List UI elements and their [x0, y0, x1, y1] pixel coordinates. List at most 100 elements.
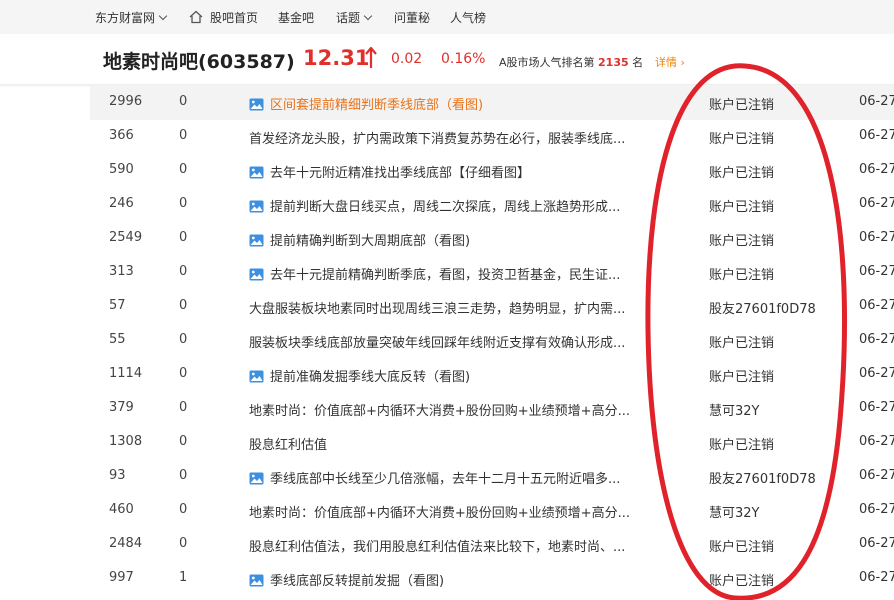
- post-date: 06-27: [859, 196, 894, 211]
- post-title-link[interactable]: 提前判断大盘日线买点，周线二次探底，周线上涨趋势形成...: [249, 196, 685, 215]
- nav-site-menu[interactable]: 东方财富网: [95, 9, 168, 26]
- post-title-link[interactable]: 提前精确判断到大周期底部（看图): [249, 230, 685, 249]
- read-count: 2549: [109, 230, 143, 245]
- post-title-text: 服装板块季线底部放量突破年线回踩年线附近支撑有效确认形成...: [249, 336, 626, 351]
- stock-price: 12.31: [303, 46, 370, 70]
- read-count: 2484: [109, 536, 143, 551]
- post-title-link[interactable]: 季线底部中长线至少几倍涨幅，去年十二月十五元附近唱多...: [249, 468, 685, 487]
- post-title-link[interactable]: 去年十元附近精准找出季线底部【仔细看图】: [249, 162, 685, 181]
- post-title-link[interactable]: 首发经济龙头股，扩内需政策下消费复苏势在必行，服装季线底...: [249, 128, 685, 147]
- author-link[interactable]: 账户已注销: [709, 196, 774, 215]
- price-change: 0.02: [391, 51, 423, 67]
- read-count: 379: [109, 400, 134, 415]
- post-title-text: 股息红利估值: [249, 438, 328, 453]
- author-link[interactable]: 股友27601f0D78: [709, 468, 816, 487]
- popularity-rank: A股市场人气排名第 2135 名: [499, 54, 643, 70]
- page-title: 地素时尚吧(603587): [103, 51, 295, 73]
- post-title-link[interactable]: 提前准确发掘季线大底反转（看图): [249, 366, 685, 385]
- post-date: 06-27: [859, 536, 894, 551]
- table-row[interactable]: 313 0 去年十元提前精确判断季底，看图，投资卫哲基金，民生证... 账户已注销 06…: [90, 256, 894, 290]
- image-icon: [249, 574, 264, 587]
- reply-count: 0: [179, 128, 188, 143]
- table-row[interactable]: 246 0 提前判断大盘日线买点，周线二次探底，周线上涨趋势形成... 账户已注销 06…: [90, 188, 894, 222]
- image-icon: [249, 370, 264, 383]
- post-title-text: 去年十元提前精确判断季底，看图，投资卫哲基金，民生证...: [270, 268, 621, 283]
- post-title-link[interactable]: 大盘服装板块地素同时出现周线三浪三走势，趋势明显，扩内需...: [249, 298, 685, 317]
- reply-count: 0: [179, 400, 188, 415]
- post-title-link[interactable]: 服装板块季线底部放量突破年线回踩年线附近支撑有效确认形成...: [249, 332, 685, 351]
- read-count: 93: [109, 468, 126, 483]
- post-title-text: 首发经济龙头股，扩内需政策下消费复苏势在必行，服装季线底...: [249, 132, 626, 147]
- rank-number: 2135: [598, 56, 629, 69]
- read-count: 246: [109, 196, 134, 211]
- arrow-up-icon: [365, 46, 377, 68]
- post-title-text: 提前判断大盘日线买点，周线二次探底，周线上涨趋势形成...: [270, 200, 621, 215]
- author-link[interactable]: 账户已注销: [709, 230, 774, 249]
- post-date: 06-27: [859, 332, 894, 347]
- author-link[interactable]: 账户已注销: [709, 162, 774, 181]
- post-title-link[interactable]: 股息红利估值法，我们用股息红利估值法来比较下，地素时尚、...: [249, 536, 685, 555]
- post-title-link[interactable]: 区间套提前精细判断季线底部（看图): [249, 94, 685, 113]
- table-row[interactable]: 1114 0 提前准确发掘季线大底反转（看图) 账户已注销 06-27: [90, 358, 894, 392]
- post-date: 06-27: [859, 570, 894, 585]
- post-title-text: 股息红利估值法，我们用股息红利估值法来比较下，地素时尚、...: [249, 540, 626, 555]
- nav-popularity-link[interactable]: 人气榜: [450, 9, 486, 26]
- read-count: 366: [109, 128, 134, 143]
- post-title-link[interactable]: 去年十元提前精确判断季底，看图，投资卫哲基金，民生证...: [249, 264, 685, 283]
- table-row[interactable]: 2549 0 提前精确判断到大周期底部（看图) 账户已注销 06-27: [90, 222, 894, 256]
- author-link[interactable]: 账户已注销: [709, 128, 774, 147]
- table-row[interactable]: 2484 0 股息红利估值法，我们用股息红利估值法来比较下，地素时尚、... 账户已注…: [90, 528, 894, 562]
- author-link[interactable]: 慧可32Y: [709, 400, 759, 419]
- nav-topic-label: 话题: [336, 11, 361, 25]
- post-date: 06-27: [859, 128, 894, 143]
- reply-count: 0: [179, 264, 188, 279]
- table-row[interactable]: 2996 0 区间套提前精细判断季线底部（看图) 账户已注销 06-27: [90, 86, 894, 120]
- reply-count: 0: [179, 162, 188, 177]
- read-count: 997: [109, 570, 134, 585]
- read-count: 1308: [109, 434, 143, 449]
- author-link[interactable]: 账户已注销: [709, 332, 774, 351]
- author-link[interactable]: 账户已注销: [709, 570, 774, 589]
- post-date: 06-27: [859, 264, 894, 279]
- table-row[interactable]: 460 0 地素时尚：价值底部+内循环大消费+股份回购+业绩预增+高分... 慧可32…: [90, 494, 894, 528]
- post-title-link[interactable]: 地素时尚：价值底部+内循环大消费+股份回购+业绩预增+高分...: [249, 502, 685, 521]
- reply-count: 0: [179, 502, 188, 517]
- image-icon: [249, 98, 264, 111]
- nav-secretary-link[interactable]: 问董秘: [394, 9, 430, 26]
- author-link[interactable]: 账户已注销: [709, 536, 774, 555]
- post-date: 06-27: [859, 434, 894, 449]
- table-row[interactable]: 55 0 服装板块季线底部放量突破年线回踩年线附近支撑有效确认形成... 账户已注销 0…: [90, 324, 894, 358]
- table-row[interactable]: 1308 0 股息红利估值 账户已注销 06-27: [90, 426, 894, 460]
- post-date: 06-27: [859, 502, 894, 517]
- author-link[interactable]: 账户已注销: [709, 434, 774, 453]
- table-row[interactable]: 997 1 季线底部反转提前发掘（看图) 账户已注销 06-27: [90, 562, 894, 596]
- table-row[interactable]: 590 0 去年十元附近精准找出季线底部【仔细看图】 账户已注销 06-27: [90, 154, 894, 188]
- detail-link[interactable]: 详情 ›: [655, 54, 685, 70]
- post-title-text: 大盘服装板块地素同时出现周线三浪三走势，趋势明显，扩内需...: [249, 302, 626, 317]
- post-date: 06-27: [859, 468, 894, 483]
- reply-count: 0: [179, 332, 188, 347]
- post-title-link[interactable]: 地素时尚：价值底部+内循环大消费+股份回购+业绩预增+高分...: [249, 400, 685, 419]
- post-date: 06-27: [859, 230, 894, 245]
- post-date: 06-27: [859, 162, 894, 177]
- image-icon: [249, 234, 264, 247]
- reply-count: 0: [179, 468, 188, 483]
- post-title-link[interactable]: 季线底部反转提前发掘（看图): [249, 570, 685, 589]
- post-title-text: 提前准确发掘季线大底反转（看图): [270, 370, 471, 385]
- author-link[interactable]: 股友27601f0D78: [709, 298, 816, 317]
- author-link[interactable]: 账户已注销: [709, 94, 774, 113]
- table-row[interactable]: 93 0 季线底部中长线至少几倍涨幅，去年十二月十五元附近唱多... 股友27601f…: [90, 460, 894, 494]
- reply-count: 0: [179, 94, 188, 109]
- nav-fund-link[interactable]: 基金吧: [278, 9, 314, 26]
- table-row[interactable]: 57 0 大盘服装板块地素同时出现周线三浪三走势，趋势明显，扩内需... 股友2760…: [90, 290, 894, 324]
- author-link[interactable]: 慧可32Y: [709, 502, 759, 521]
- read-count: 1114: [109, 366, 143, 381]
- table-row[interactable]: 379 0 地素时尚：价值底部+内循环大消费+股份回购+业绩预增+高分... 慧可32…: [90, 392, 894, 426]
- nav-topic-menu[interactable]: 话题: [336, 9, 373, 26]
- table-row[interactable]: 366 0 首发经济龙头股，扩内需政策下消费复苏势在必行，服装季线底... 账户已注销…: [90, 120, 894, 154]
- author-link[interactable]: 账户已注销: [709, 366, 774, 385]
- author-link[interactable]: 账户已注销: [709, 264, 774, 283]
- post-title-link[interactable]: 股息红利估值: [249, 434, 685, 453]
- nav-home-link[interactable]: 股吧首页: [210, 9, 258, 26]
- read-count: 57: [109, 298, 126, 313]
